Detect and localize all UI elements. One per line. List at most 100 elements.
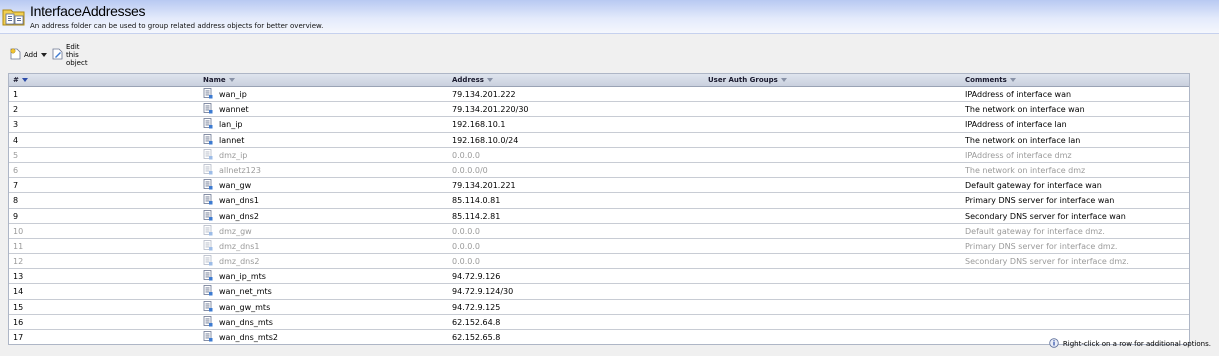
row-name: wan_dns_mts2 [203, 331, 278, 344]
table-row[interactable]: 14 wan_net_mts 94.72.9.124/30 [9, 284, 1189, 300]
row-number: 15 [13, 302, 24, 312]
row-address: 79.134.201.222 [452, 90, 516, 99]
row-comment: Default gateway for interface wan [965, 181, 1102, 191]
row-name-text: wan_dns2 [219, 211, 259, 221]
column-header-number[interactable]: # [13, 76, 28, 84]
table-row[interactable]: 15 wan_gw_mts 94.72.9.125 [9, 300, 1189, 315]
row-address: 0.0.0.0/0 [452, 165, 488, 175]
column-header-comments[interactable]: Comments [965, 76, 1016, 84]
row-name-text: allnetz123 [219, 165, 261, 175]
column-header-user-auth-groups[interactable]: User Auth Groups [708, 76, 787, 84]
table-row[interactable]: 3 lan_ip 192.168.10.1 IPAddress of interfac… [9, 117, 1189, 133]
column-header-address[interactable]: Address [452, 76, 493, 84]
row-name-text: wannet [219, 105, 249, 115]
row-number: 17 [13, 333, 24, 342]
row-comment: Default gateway for interface dmz. [965, 226, 1105, 236]
row-name-text: dmz_dns1 [219, 241, 260, 251]
row-name: dmz_dns1 [203, 239, 260, 253]
table-row[interactable]: 12 dmz_dns2 0.0.0.0 Secondary DNS server fo… [9, 254, 1189, 270]
row-address: 62.152.64.8 [452, 317, 501, 327]
ip-address-icon [203, 270, 213, 283]
ip-address-icon [203, 194, 213, 207]
table-row[interactable]: 13 wan_ip_mts 94.72.9.126 [9, 269, 1189, 285]
row-name: wan_ip [203, 88, 247, 101]
table-row[interactable]: 4 lannet 192.168.10.0/24 The network on int… [9, 133, 1189, 148]
row-address: 0.0.0.0 [452, 150, 480, 160]
page-header: InterfaceAddresses An address folder can… [0, 0, 1219, 34]
add-document-icon [10, 48, 21, 62]
row-comment: Primary DNS server for interface wan [965, 196, 1115, 206]
row-number: 13 [13, 272, 24, 282]
row-name-text: dmz_gw [219, 226, 252, 236]
table-row[interactable]: 5 dmz_ip 0.0.0.0 IPAddress of interface dmz [9, 148, 1189, 163]
address-table: # Name Address User Auth Groups Comments… [8, 73, 1190, 346]
row-address: 79.134.201.220/30 [452, 105, 529, 115]
row-name-text: wan_dns1 [219, 196, 259, 206]
row-number: 1 [13, 90, 19, 99]
row-number: 6 [13, 165, 19, 175]
info-icon [1049, 338, 1059, 350]
row-name-text: wan_net_mts [219, 287, 272, 297]
table-row[interactable]: 7 wan_gw 79.134.201.221 Default gateway for… [9, 178, 1189, 194]
edit-object-icon [52, 48, 63, 62]
row-number: 2 [13, 105, 19, 115]
row-comment: Secondary DNS server for interface wan [965, 211, 1126, 221]
row-name-text: wan_ip_mts [219, 272, 266, 282]
ip-address-icon [203, 224, 213, 238]
ip-address-icon [203, 300, 213, 314]
table-row[interactable]: 9 wan_dns2 85.114.2.81 Secondary DNS server… [9, 209, 1189, 224]
table-row[interactable]: 10 dmz_gw 0.0.0.0 Default gateway for inter… [9, 224, 1189, 239]
row-name-text: wan_dns_mts2 [219, 333, 279, 342]
row-comment: Primary DNS server for interface dmz. [965, 241, 1118, 251]
row-name: dmz_gw [203, 224, 252, 238]
row-name-text: lannet [219, 135, 245, 145]
ip-address-icon [203, 118, 213, 131]
table-row[interactable]: 1 wan_ip 79.134.201.222 IPAddress of interf… [9, 87, 1189, 103]
address-folder-icon [2, 4, 26, 30]
ip-address-icon [203, 315, 213, 329]
table-row[interactable]: 17 wan_dns_mts2 62.152.65.8 [9, 330, 1189, 344]
row-address: 0.0.0.0 [452, 241, 480, 251]
sort-icon [780, 78, 787, 82]
table-row[interactable]: 11 dmz_dns1 0.0.0.0 Primary DNS server for … [9, 239, 1189, 255]
sort-icon [1009, 78, 1016, 82]
row-comment: The network on interface lan [965, 135, 1081, 145]
row-name: dmz_ip [203, 148, 247, 162]
add-button-label: Add [24, 51, 38, 59]
row-name: wan_dns1 [203, 194, 259, 207]
ip-address-icon [203, 179, 213, 192]
table-row[interactable]: 2 wannet 79.134.201.220/30 The network on i… [9, 102, 1189, 118]
sort-icon [486, 78, 493, 82]
row-address: 94.72.9.124/30 [452, 287, 514, 297]
row-address: 0.0.0.0 [452, 257, 480, 267]
ip-address-icon [203, 103, 213, 116]
sort-icon [228, 78, 235, 82]
row-address: 85.114.0.81 [452, 196, 501, 206]
table-row[interactable]: 6 allnetz123 0.0.0.0/0 The network on inter… [9, 163, 1189, 179]
column-header-name[interactable]: Name [203, 76, 235, 84]
page-title: InterfaceAddresses [30, 3, 146, 19]
ip-address-icon [203, 209, 213, 223]
row-name: wan_gw [203, 179, 251, 192]
row-name-text: wan_gw_mts [219, 302, 271, 312]
row-name-text: lan_ip [219, 120, 243, 130]
row-name-text: wan_dns_mts [219, 317, 273, 327]
ip-address-icon [203, 255, 213, 268]
row-name: wan_dns_mts [203, 315, 273, 329]
add-button[interactable]: Add [10, 48, 47, 62]
edit-object-button[interactable]: Edit this object [52, 43, 88, 67]
row-number: 4 [13, 135, 19, 145]
row-number: 11 [13, 241, 24, 251]
table-row[interactable]: 8 wan_dns1 85.114.0.81 Primary DNS server f… [9, 193, 1189, 209]
page-subtitle: An address folder can be used to group r… [30, 22, 324, 30]
table-row[interactable]: 16 wan_dns_mts 62.152.64.8 [9, 315, 1189, 330]
row-number: 8 [13, 196, 19, 206]
row-number: 9 [13, 211, 19, 221]
ip-address-icon [203, 164, 213, 177]
row-address: 94.72.9.125 [452, 302, 501, 312]
row-number: 10 [13, 226, 24, 236]
ip-address-icon [203, 285, 213, 298]
chevron-down-icon [40, 53, 47, 57]
row-name-text: dmz_dns2 [219, 257, 260, 267]
row-name: dmz_dns2 [203, 255, 259, 268]
